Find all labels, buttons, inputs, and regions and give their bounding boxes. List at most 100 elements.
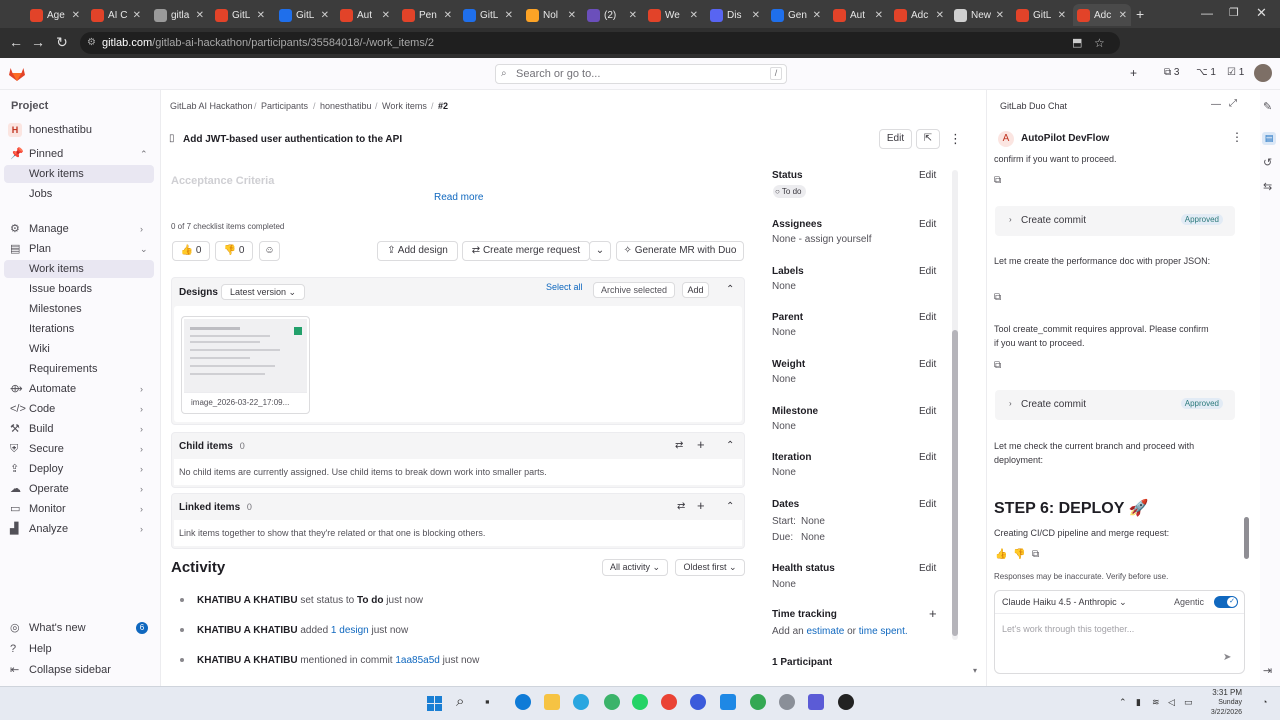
sidebar-item-deploy[interactable]: ⇪ Deploy › <box>0 460 160 478</box>
close-tab-icon[interactable]: ✕ <box>444 10 452 21</box>
sidebar-item-plan[interactable]: ▤ Plan ⌄ <box>0 240 160 258</box>
design-thumbnail-image[interactable] <box>184 319 307 393</box>
thumbs-up-icon[interactable]: 👍 <box>995 549 1007 560</box>
duo-message-input[interactable]: Let's work through this together... <box>1002 624 1134 634</box>
breadcrumb-item[interactable]: Participants <box>261 101 308 111</box>
duo-chat-icon[interactable]: ▤ <box>1262 132 1276 145</box>
breadcrumb-item[interactable]: Work items <box>382 101 427 111</box>
close-tab-icon[interactable]: ✕ <box>133 10 141 21</box>
sidebar-item-automate[interactable]: ⟴ Automate › <box>0 380 160 398</box>
browser-tab[interactable]: GitL ✕ <box>211 4 269 26</box>
activity-link[interactable]: 1 design <box>331 625 369 636</box>
minimize-window-icon[interactable]: — <box>1201 6 1213 20</box>
copy-icon[interactable]: ⧉ <box>994 292 1001 303</box>
sidebar-item-requirements[interactable]: Requirements <box>0 360 160 378</box>
parent-edit-button[interactable]: Edit <box>919 312 936 323</box>
browser-tab[interactable]: New ✕ <box>950 4 1008 26</box>
reload-icon[interactable]: ↻ <box>50 34 74 51</box>
merge-requests-counter[interactable]: ⧉ 3 <box>1164 67 1179 78</box>
restore-window-icon[interactable]: ❐ <box>1229 6 1239 19</box>
close-tab-icon[interactable]: ✕ <box>629 10 637 21</box>
add-linked-item-icon[interactable]: + <box>697 498 705 513</box>
close-tab-icon[interactable]: ✕ <box>690 10 698 21</box>
browser-tab[interactable]: (2) ✕ <box>583 4 641 26</box>
chrome-profile-icon[interactable] <box>604 694 620 710</box>
settings-sliders-icon[interactable]: ⇄ <box>675 440 683 451</box>
close-tab-icon[interactable]: ✕ <box>996 10 1004 21</box>
sidebar-help[interactable]: ? Help <box>0 640 160 658</box>
browser-tab[interactable]: Aut ✕ <box>829 4 887 26</box>
sidebar-item-code[interactable]: </> Code › <box>0 400 160 418</box>
time-estimate-link[interactable]: estimate <box>806 626 844 637</box>
create-commit-tool-call[interactable]: › Create commit Approved <box>995 206 1235 236</box>
sidebar-item-issue-boards[interactable]: Issue boards <box>0 280 160 298</box>
add-reaction-button[interactable]: ☺ <box>259 241 280 261</box>
create-commit-tool-call[interactable]: › Create commit Approved <box>995 390 1235 420</box>
chrome-active-icon[interactable] <box>750 694 766 710</box>
close-tab-icon[interactable]: ✕ <box>1119 10 1127 21</box>
thumbs-down-icon[interactable]: 👎 <box>1013 549 1025 560</box>
settings-icon[interactable] <box>779 694 795 710</box>
scroll-down-icon[interactable]: ▾ <box>973 666 977 675</box>
more-actions-icon[interactable]: ⋮ <box>949 131 962 147</box>
gitlab-logo-icon[interactable] <box>8 65 26 82</box>
collapse-designs-icon[interactable]: ⌃ <box>726 284 734 295</box>
dates-edit-button[interactable]: Edit <box>919 499 936 510</box>
add-designs-button[interactable]: Add <box>682 282 709 298</box>
site-info-icon[interactable]: ⚙ <box>87 32 96 54</box>
thumbs-down-button[interactable]: 👎 0 <box>215 241 253 261</box>
sidebar-pinned-toggle[interactable]: 📌 Pinned ⌃ <box>0 145 160 163</box>
vscode-icon[interactable] <box>720 694 736 710</box>
milestone-edit-button[interactable]: Edit <box>919 406 936 417</box>
visual-studio-icon[interactable] <box>690 694 706 710</box>
collapse-child-items-icon[interactable]: ⌃ <box>726 440 734 451</box>
sidebar-item-pinned-work-items[interactable]: Work items <box>4 165 154 183</box>
assignees-edit-button[interactable]: Edit <box>919 219 936 230</box>
create-mr-dropdown-toggle[interactable]: ⌄ <box>589 241 611 261</box>
close-tab-icon[interactable]: ✕ <box>1058 10 1066 21</box>
duo-scrollbar-thumb[interactable] <box>1244 517 1249 559</box>
breadcrumb-item[interactable]: honesthatibu <box>320 101 372 111</box>
weight-edit-button[interactable]: Edit <box>919 359 936 370</box>
close-tab-icon[interactable]: ✕ <box>752 10 760 21</box>
collapse-linked-items-icon[interactable]: ⌃ <box>726 501 734 512</box>
browser-tab[interactable]: Gen ✕ <box>767 4 825 26</box>
telegram-icon[interactable] <box>573 694 589 710</box>
copy-icon[interactable]: ⧉ <box>994 360 1001 371</box>
collapse-right-panel-icon[interactable]: ⇥ <box>1263 664 1272 677</box>
sidebar-item-manage[interactable]: ⚙ Manage › <box>0 220 160 238</box>
status-edit-button[interactable]: Edit <box>919 170 936 181</box>
browser-tab[interactable]: Aut ✕ <box>336 4 394 26</box>
sidebar-item-wiki[interactable]: Wiki <box>0 340 160 358</box>
close-tab-icon[interactable]: ✕ <box>321 10 329 21</box>
user-avatar[interactable] <box>1254 64 1272 82</box>
open-new-tab-button[interactable]: ⇱ <box>916 129 940 149</box>
minimize-panel-icon[interactable]: — <box>1211 99 1221 110</box>
health-status-edit-button[interactable]: Edit <box>919 563 936 574</box>
generate-mr-with-duo-button[interactable]: ✧ Generate MR with Duo <box>616 241 744 261</box>
activity-filter-dropdown[interactable]: All activity ⌄ <box>602 559 668 576</box>
agent-menu-icon[interactable]: ⋮ <box>1231 130 1243 144</box>
browser-tab[interactable]: GitL ✕ <box>459 4 517 26</box>
issues-counter[interactable]: ⌥ 1 <box>1196 67 1216 78</box>
browser-tab[interactable]: Adc ✕ <box>890 4 948 26</box>
chrome-icon[interactable] <box>661 694 677 710</box>
breadcrumb-item[interactable]: GitLab AI Hackathon <box>170 101 253 111</box>
browser-tab[interactable]: gitla ✕ <box>150 4 208 26</box>
send-icon[interactable]: ➤ <box>1223 652 1231 663</box>
browser-tab[interactable]: Pen ✕ <box>398 4 456 26</box>
tray-overflow-icon[interactable]: ⌃ <box>1119 697 1127 708</box>
browser-tab[interactable]: Nol ✕ <box>522 4 580 26</box>
assignees-value[interactable]: None - assign yourself <box>772 234 872 245</box>
browser-tab[interactable]: Adc ✕ <box>1073 4 1131 26</box>
add-time-icon[interactable]: + <box>929 606 937 621</box>
copy-response-icon[interactable]: ⧉ <box>1032 549 1039 560</box>
time-spent-link[interactable]: time spent. <box>859 626 908 637</box>
file-explorer-icon[interactable] <box>544 694 560 710</box>
activity-user[interactable]: KHATIBU A KHATIBU <box>197 625 298 636</box>
read-more-link[interactable]: Read more <box>434 192 483 203</box>
create-new-icon[interactable]: + <box>1130 66 1137 80</box>
close-tab-icon[interactable]: ✕ <box>568 10 576 21</box>
agentic-toggle[interactable]: ✓ <box>1214 596 1238 608</box>
recorder-icon[interactable] <box>838 694 854 710</box>
